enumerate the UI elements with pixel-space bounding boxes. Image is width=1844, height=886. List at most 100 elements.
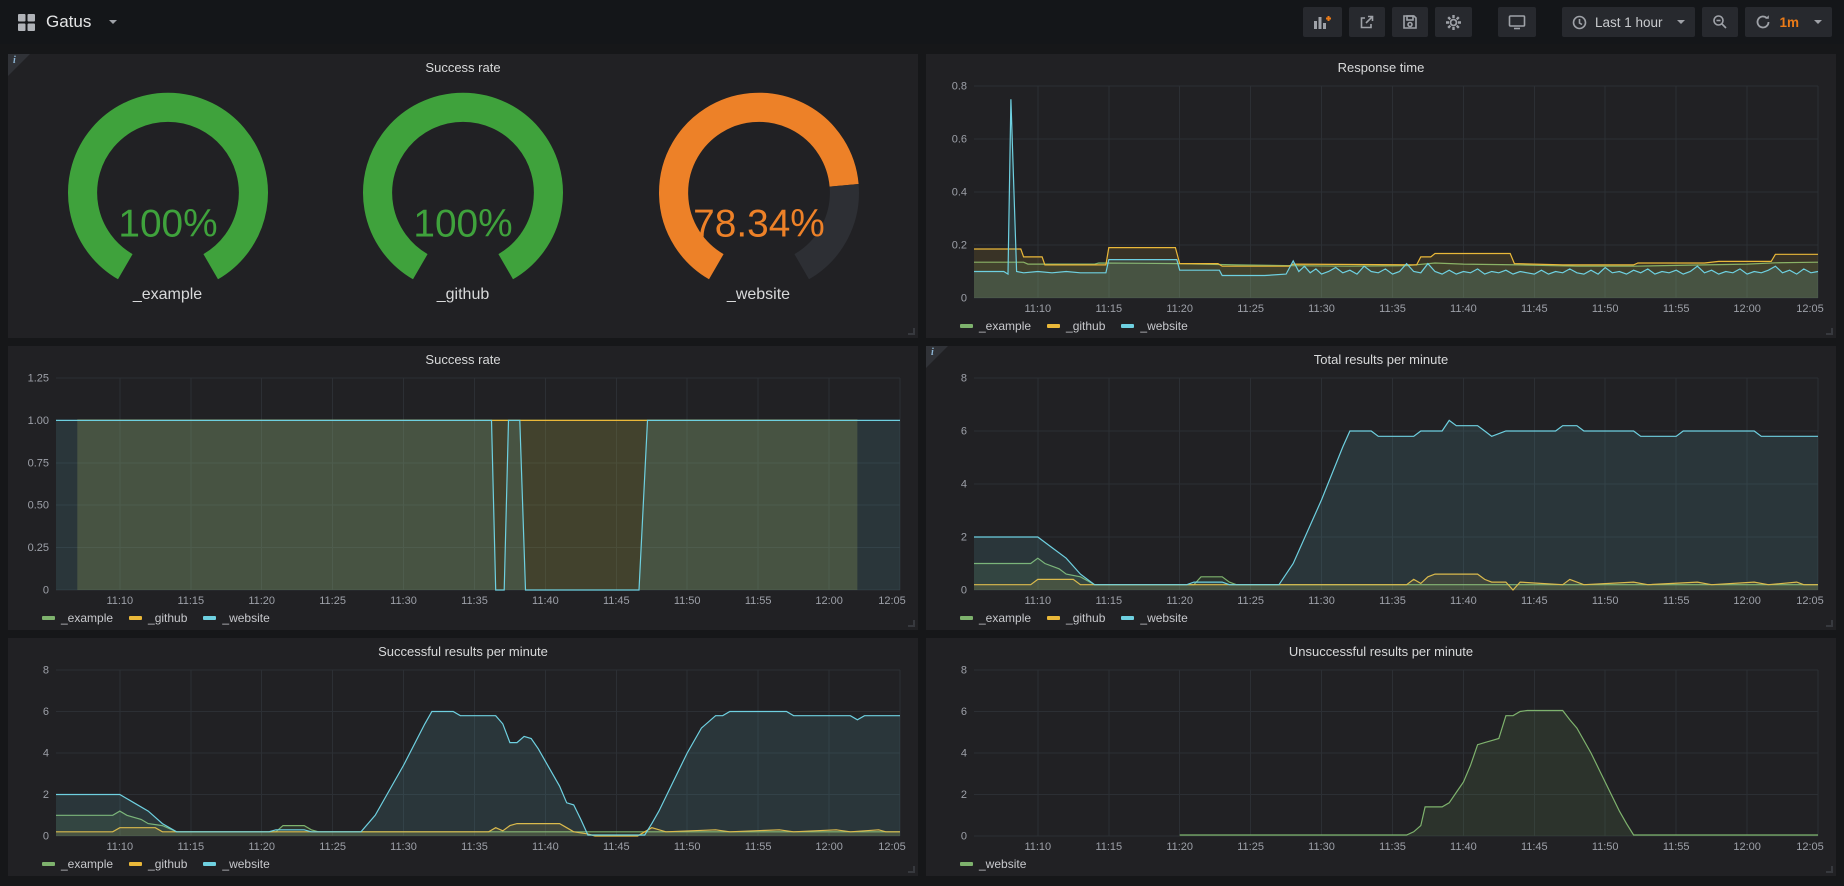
x-tick-label: 11:40: [532, 595, 559, 607]
panel-success-rate-timeseries: Success rate 00.250.500.751.001.2511:101…: [8, 346, 918, 630]
panel-resize-handle[interactable]: [1826, 328, 1833, 335]
legend-item-_github[interactable]: _github: [1047, 611, 1105, 625]
y-tick-label: 0.8: [952, 81, 967, 93]
panel-successful-results-per-minute: Successful results per minute 0246811:10…: [8, 638, 918, 876]
gauge-_github: 100% _github: [317, 84, 609, 304]
time-range-picker[interactable]: Last 1 hour: [1562, 7, 1696, 37]
legend-item-_github[interactable]: _github: [1047, 319, 1105, 333]
y-tick-label: 0: [961, 293, 967, 305]
legend-item-_github[interactable]: _github: [129, 857, 187, 871]
x-tick-label: 12:05: [878, 595, 906, 607]
monitor-icon: [1508, 14, 1526, 30]
zoom-out-button[interactable]: [1702, 7, 1738, 37]
panel-info-corner[interactable]: [926, 346, 948, 368]
legend-color-dash: [42, 616, 55, 620]
legend-label: _example: [979, 611, 1031, 625]
legend-label: _website: [1140, 611, 1187, 625]
gauge-value: 100%: [413, 202, 512, 245]
x-tick-label: 12:05: [878, 841, 906, 853]
refresh-picker[interactable]: 1m: [1745, 7, 1832, 37]
panel-resize-handle[interactable]: [908, 620, 915, 627]
panel-resize-handle[interactable]: [908, 866, 915, 873]
y-tick-label: 2: [43, 789, 49, 801]
settings-button[interactable]: [1435, 7, 1472, 37]
panel-title[interactable]: Success rate: [18, 58, 908, 78]
x-tick-label: 11:40: [1450, 841, 1477, 853]
panel-resize-handle[interactable]: [908, 328, 915, 335]
legend-item-_example[interactable]: _example: [960, 319, 1031, 333]
panel-response-time: Response time 00.20.40.60.811:1011:1511:…: [926, 54, 1836, 338]
panel-title[interactable]: Success rate: [18, 350, 908, 370]
y-tick-label: 6: [961, 706, 967, 718]
legend-color-dash: [1121, 324, 1134, 328]
x-tick-label: 11:10: [1024, 303, 1051, 315]
legend-item-_example[interactable]: _example: [42, 611, 113, 625]
y-tick-label: 4: [961, 479, 967, 491]
x-tick-label: 11:10: [1024, 595, 1051, 607]
panel-success-rate-gauges: Success rate 100%_example100%_github78.3…: [8, 54, 918, 338]
legend-label: _example: [979, 319, 1031, 333]
chart-svg: 0246811:1011:1511:2011:2511:3011:3511:40…: [18, 662, 908, 854]
x-tick-label: 11:20: [248, 595, 275, 607]
dashboard-grid-icon: [18, 14, 35, 31]
x-tick-label: 11:55: [1663, 595, 1690, 607]
panel-title[interactable]: Successful results per minute: [18, 642, 908, 662]
panel-resize-handle[interactable]: [1826, 620, 1833, 627]
chart-legend: _example _github _website: [18, 608, 908, 628]
x-tick-label: 11:50: [1592, 595, 1619, 607]
legend-item-_website[interactable]: _website: [1121, 319, 1187, 333]
x-tick-label: 11:50: [674, 841, 701, 853]
gauge-row: 100%_example100%_github78.34%_website: [18, 78, 908, 336]
info-icon[interactable]: i: [13, 55, 16, 66]
panel-title[interactable]: Response time: [936, 58, 1826, 78]
x-tick-label: 11:25: [1237, 841, 1264, 853]
dashboard-title: Gatus: [46, 12, 91, 32]
x-tick-label: 11:30: [1308, 595, 1335, 607]
share-button[interactable]: [1349, 7, 1385, 37]
info-icon[interactable]: i: [931, 347, 934, 358]
gauge-label: _github: [437, 286, 490, 304]
chart-legend: _website: [936, 854, 1826, 874]
y-tick-label: 0: [961, 831, 967, 843]
panel-resize-handle[interactable]: [1826, 866, 1833, 873]
legend-item-_website[interactable]: _website: [203, 611, 269, 625]
x-tick-label: 11:20: [1166, 841, 1193, 853]
series-fill-_website: [56, 712, 900, 837]
x-tick-label: 11:40: [532, 841, 559, 853]
legend-label: _website: [979, 857, 1026, 871]
x-tick-label: 11:55: [745, 595, 772, 607]
chart-svg: 00.250.500.751.001.2511:1011:1511:2011:2…: [18, 370, 908, 608]
panel-title[interactable]: Unsuccessful results per minute: [936, 642, 1826, 662]
save-button[interactable]: [1392, 7, 1428, 37]
y-tick-label: 0: [961, 585, 967, 597]
x-tick-label: 12:05: [1796, 303, 1824, 315]
x-tick-label: 11:45: [603, 595, 630, 607]
legend-item-_website[interactable]: _website: [960, 857, 1026, 871]
legend-color-dash: [960, 616, 973, 620]
panel-title[interactable]: Total results per minute: [936, 350, 1826, 370]
legend-item-_github[interactable]: _github: [129, 611, 187, 625]
y-tick-label: 0.4: [952, 187, 967, 199]
x-tick-label: 11:15: [177, 841, 204, 853]
legend-item-_example[interactable]: _example: [42, 857, 113, 871]
y-tick-label: 8: [961, 665, 967, 677]
dashboard-title-button[interactable]: Gatus: [12, 8, 123, 36]
x-tick-label: 11:15: [1095, 841, 1122, 853]
add-panel-button[interactable]: [1303, 7, 1342, 37]
x-tick-label: 11:10: [106, 595, 133, 607]
chevron-down-icon: [1677, 20, 1685, 24]
chart-legend: _example _github _website: [18, 854, 908, 874]
tv-mode-button[interactable]: [1498, 7, 1536, 37]
y-tick-label: 0: [43, 831, 49, 843]
refresh-interval-label: 1m: [1779, 15, 1799, 30]
x-tick-label: 11:10: [106, 841, 133, 853]
legend-item-_website[interactable]: _website: [203, 857, 269, 871]
panel-info-corner[interactable]: [8, 54, 30, 76]
y-tick-label: 0.25: [28, 542, 49, 554]
y-tick-label: 6: [43, 706, 49, 718]
legend-label: _example: [61, 611, 113, 625]
legend-item-_website[interactable]: _website: [1121, 611, 1187, 625]
y-tick-label: 2: [961, 532, 967, 544]
y-tick-label: 1.25: [28, 373, 49, 385]
legend-item-_example[interactable]: _example: [960, 611, 1031, 625]
